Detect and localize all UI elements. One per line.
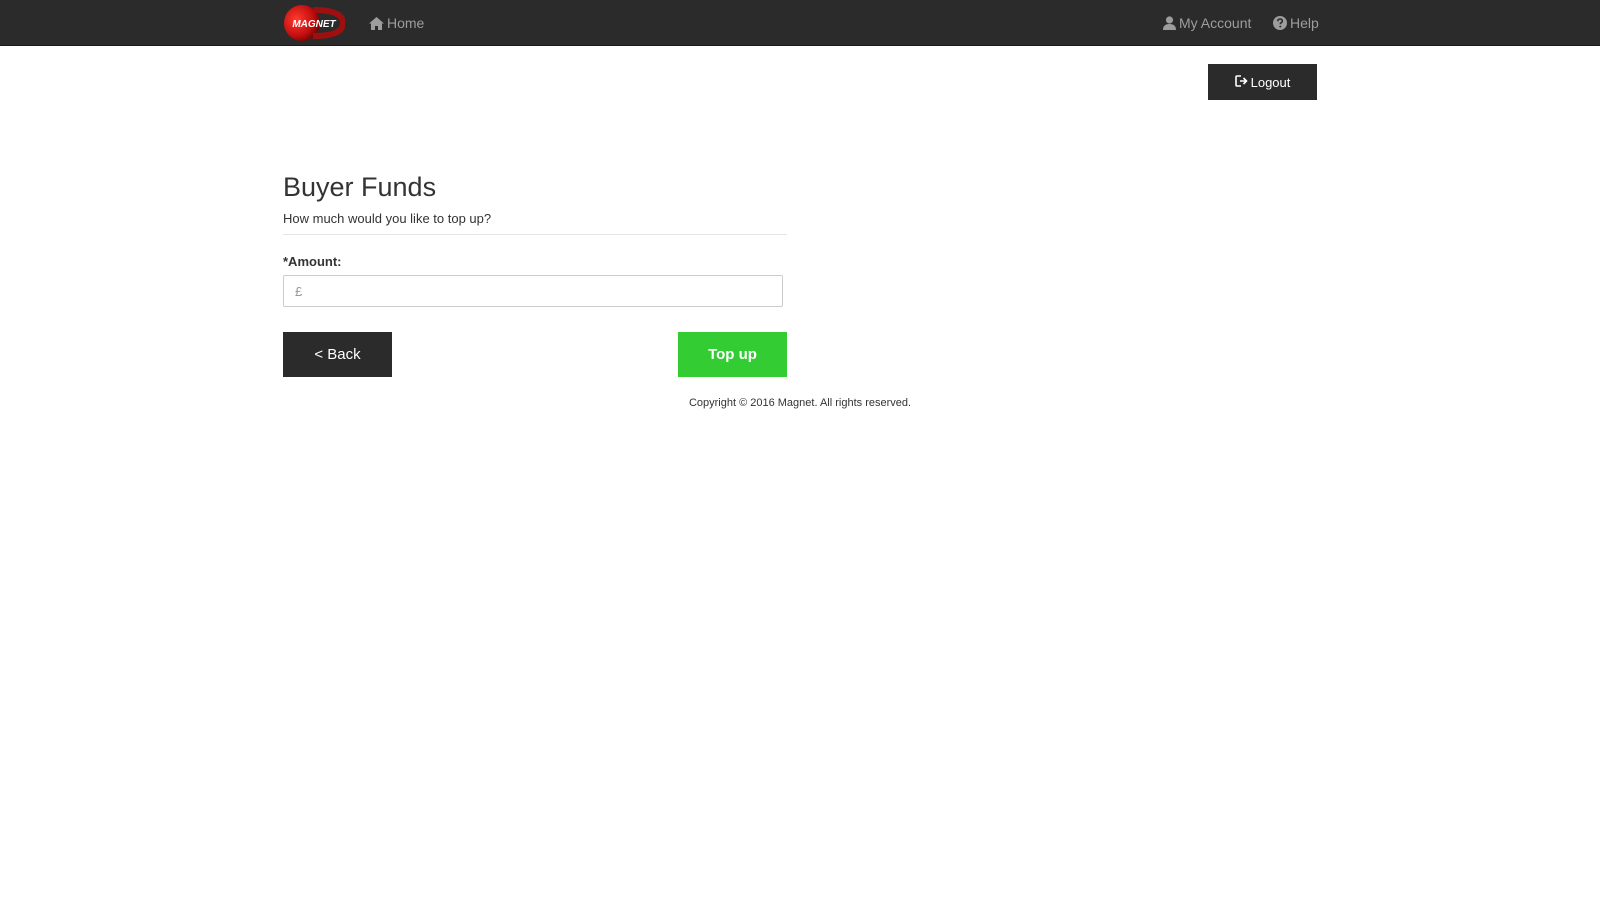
nav-my-account-link[interactable]: My Account	[1163, 13, 1251, 33]
back-button[interactable]: < Back	[283, 332, 392, 377]
sign-out-icon	[1234, 74, 1248, 90]
amount-label: *Amount:	[283, 254, 342, 269]
nav-home-label: Home	[387, 15, 425, 31]
nav-home-link[interactable]: Home	[369, 13, 424, 33]
page-subtitle: How much would you like to top up?	[283, 211, 492, 226]
copyright-text: Copyright © 2016 Magnet. All rights rese…	[688, 397, 912, 409]
logout-button[interactable]: Logout	[1208, 64, 1317, 100]
svg-text:MAGNET: MAGNET	[292, 19, 336, 30]
question-circle-icon	[1273, 16, 1287, 30]
logout-label: Logout	[1250, 74, 1291, 90]
user-icon	[1163, 16, 1176, 30]
nav-help-link[interactable]: Help	[1273, 13, 1319, 33]
top-navbar: MAGNET Home My Account Help	[0, 0, 1600, 46]
section-divider	[283, 234, 787, 235]
nav-help-label: Help	[1290, 15, 1319, 31]
page-title: Buyer Funds	[283, 172, 437, 202]
home-icon	[369, 16, 384, 30]
nav-my-account-label: My Account	[1179, 15, 1252, 31]
magnet-logo-graphic: MAGNET	[284, 5, 345, 41]
amount-input[interactable]	[283, 275, 783, 307]
top-up-button[interactable]: Top up	[678, 332, 787, 377]
magnet-logo[interactable]: MAGNET	[283, 4, 345, 42]
